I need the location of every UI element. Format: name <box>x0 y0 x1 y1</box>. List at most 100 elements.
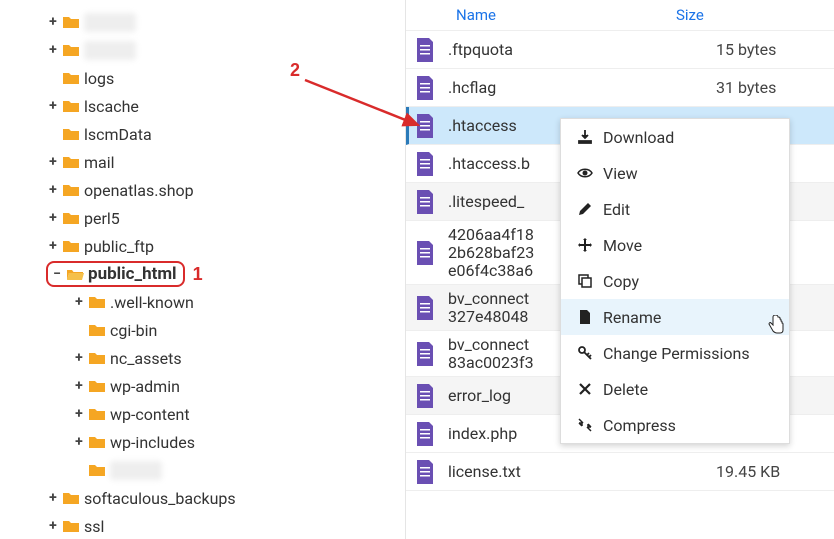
tree-toggle-icon[interactable]: + <box>72 434 86 450</box>
tree-folder[interactable]: + mail <box>4 148 401 176</box>
folder-icon <box>62 239 80 253</box>
file-size: 19.45 KB <box>716 462 826 481</box>
folder-icon <box>66 267 84 281</box>
tree-folder[interactable]: +perl5 <box>4 204 401 232</box>
folder-icon <box>88 463 106 477</box>
tree-toggle-icon[interactable]: + <box>46 518 60 534</box>
file-icon <box>414 383 436 409</box>
file-icon <box>414 151 436 177</box>
compress-icon <box>575 417 595 433</box>
tree-toggle-icon[interactable]: + <box>72 406 86 422</box>
file-icon <box>414 75 436 101</box>
tree-label: lscache <box>84 97 139 116</box>
menu-item-label: Move <box>603 236 642 255</box>
tree-label: lscmData <box>84 125 152 144</box>
tree-label: .well-known <box>110 293 194 312</box>
menu-item-view[interactable]: View <box>561 155 789 191</box>
move-icon <box>575 237 595 253</box>
menu-item-label: Delete <box>603 380 648 399</box>
menu-item-delete[interactable]: Delete <box>561 371 789 407</box>
file-row[interactable]: .hcflag31 bytes <box>406 69 834 107</box>
file-icon <box>414 341 436 367</box>
tree-folder[interactable]: logs <box>4 64 401 92</box>
tree-toggle-icon[interactable]: + <box>46 14 60 30</box>
file-icon <box>414 113 436 139</box>
folder-icon <box>62 491 80 505</box>
tree-toggle-icon[interactable]: + <box>46 210 60 226</box>
tree-label: mail <box>84 153 115 172</box>
tree-toggle-icon[interactable]: + <box>46 98 60 114</box>
tree-folder[interactable]: +wp-content <box>4 400 401 428</box>
tree-label: cgi-bin <box>110 321 157 340</box>
menu-item-label: Copy <box>603 272 639 291</box>
tree-folder[interactable]: + <box>4 36 401 64</box>
tree-folder[interactable]: + .well-known <box>4 288 401 316</box>
tree-folder[interactable]: +nc_assets <box>4 344 401 372</box>
tree-label: openatlas.shop <box>84 181 194 200</box>
tree-toggle-icon[interactable]: + <box>72 294 86 310</box>
folder-icon <box>62 519 80 533</box>
tree-toggle-icon[interactable]: + <box>46 490 60 506</box>
copy-icon <box>575 273 595 289</box>
col-name[interactable]: Name <box>416 6 676 24</box>
tree-label-redacted <box>84 13 136 32</box>
tree-folder[interactable]: lscmData <box>4 120 401 148</box>
tree-toggle-icon[interactable]: + <box>46 182 60 198</box>
tree-toggle-icon[interactable]: + <box>46 238 60 254</box>
annotation-marker-2: 2 <box>290 60 300 81</box>
tree-label-redacted <box>84 41 136 60</box>
file-icon <box>414 240 436 266</box>
tree-folder[interactable]: +ssl <box>4 512 401 539</box>
tree-toggle-icon[interactable]: − <box>50 266 64 282</box>
file-icon <box>414 37 436 63</box>
folder-tree: + + logs + lscache lscmData + mail + openatlas.… <box>0 0 405 539</box>
menu-item-download[interactable]: Download <box>561 119 789 155</box>
tree-folder[interactable] <box>4 456 401 484</box>
tree-label-redacted <box>110 461 162 480</box>
tree-folder-public-html[interactable]: −public_html1 <box>4 260 401 288</box>
folder-icon <box>62 183 80 197</box>
col-size[interactable]: Size <box>676 6 704 24</box>
annotation-marker-1: 1 <box>193 264 203 285</box>
tree-folder[interactable]: +softaculous_backups <box>4 484 401 512</box>
tree-folder[interactable]: + wp-admin <box>4 372 401 400</box>
menu-item-label: Change Permissions <box>603 344 750 363</box>
file-icon <box>414 295 436 321</box>
tree-toggle-icon[interactable]: + <box>46 42 60 58</box>
folder-icon <box>62 99 80 113</box>
menu-item-edit[interactable]: Edit <box>561 191 789 227</box>
folder-icon <box>62 127 80 141</box>
tree-folder[interactable]: +wp-includes <box>4 428 401 456</box>
tree-toggle-icon[interactable]: + <box>72 350 86 366</box>
menu-item-label: Download <box>603 128 674 147</box>
file-icon <box>575 309 595 325</box>
folder-icon <box>62 71 80 85</box>
tree-folder[interactable]: cgi-bin <box>4 316 401 344</box>
file-icon <box>414 459 436 485</box>
folder-icon <box>62 15 80 29</box>
download-icon <box>575 129 595 145</box>
tree-toggle-icon[interactable]: + <box>46 154 60 170</box>
tree-label: wp-admin <box>110 377 180 396</box>
menu-item-label: Edit <box>603 200 630 219</box>
file-size: 31 bytes <box>716 78 826 97</box>
file-icon <box>414 421 436 447</box>
tree-folder[interactable]: + <box>4 8 401 36</box>
menu-item-change-permissions[interactable]: Change Permissions <box>561 335 789 371</box>
tree-toggle-icon[interactable]: + <box>72 378 86 394</box>
tree-folder[interactable]: + lscache <box>4 92 401 120</box>
folder-icon <box>88 323 106 337</box>
tree-folder[interactable]: + openatlas.shop <box>4 176 401 204</box>
menu-item-move[interactable]: Move <box>561 227 789 263</box>
folder-icon <box>62 43 80 57</box>
file-header: Name Size <box>406 0 834 31</box>
file-size: 15 bytes <box>716 40 826 59</box>
file-row[interactable]: license.txt19.45 KB <box>406 453 834 491</box>
tree-folder[interactable]: +public_ftp <box>4 232 401 260</box>
menu-item-copy[interactable]: Copy <box>561 263 789 299</box>
file-row[interactable]: .ftpquota15 bytes <box>406 31 834 69</box>
file-name: .hcflag <box>448 78 716 97</box>
folder-icon <box>62 155 80 169</box>
menu-item-compress[interactable]: Compress <box>561 407 789 443</box>
menu-item-rename[interactable]: Rename <box>561 299 789 335</box>
